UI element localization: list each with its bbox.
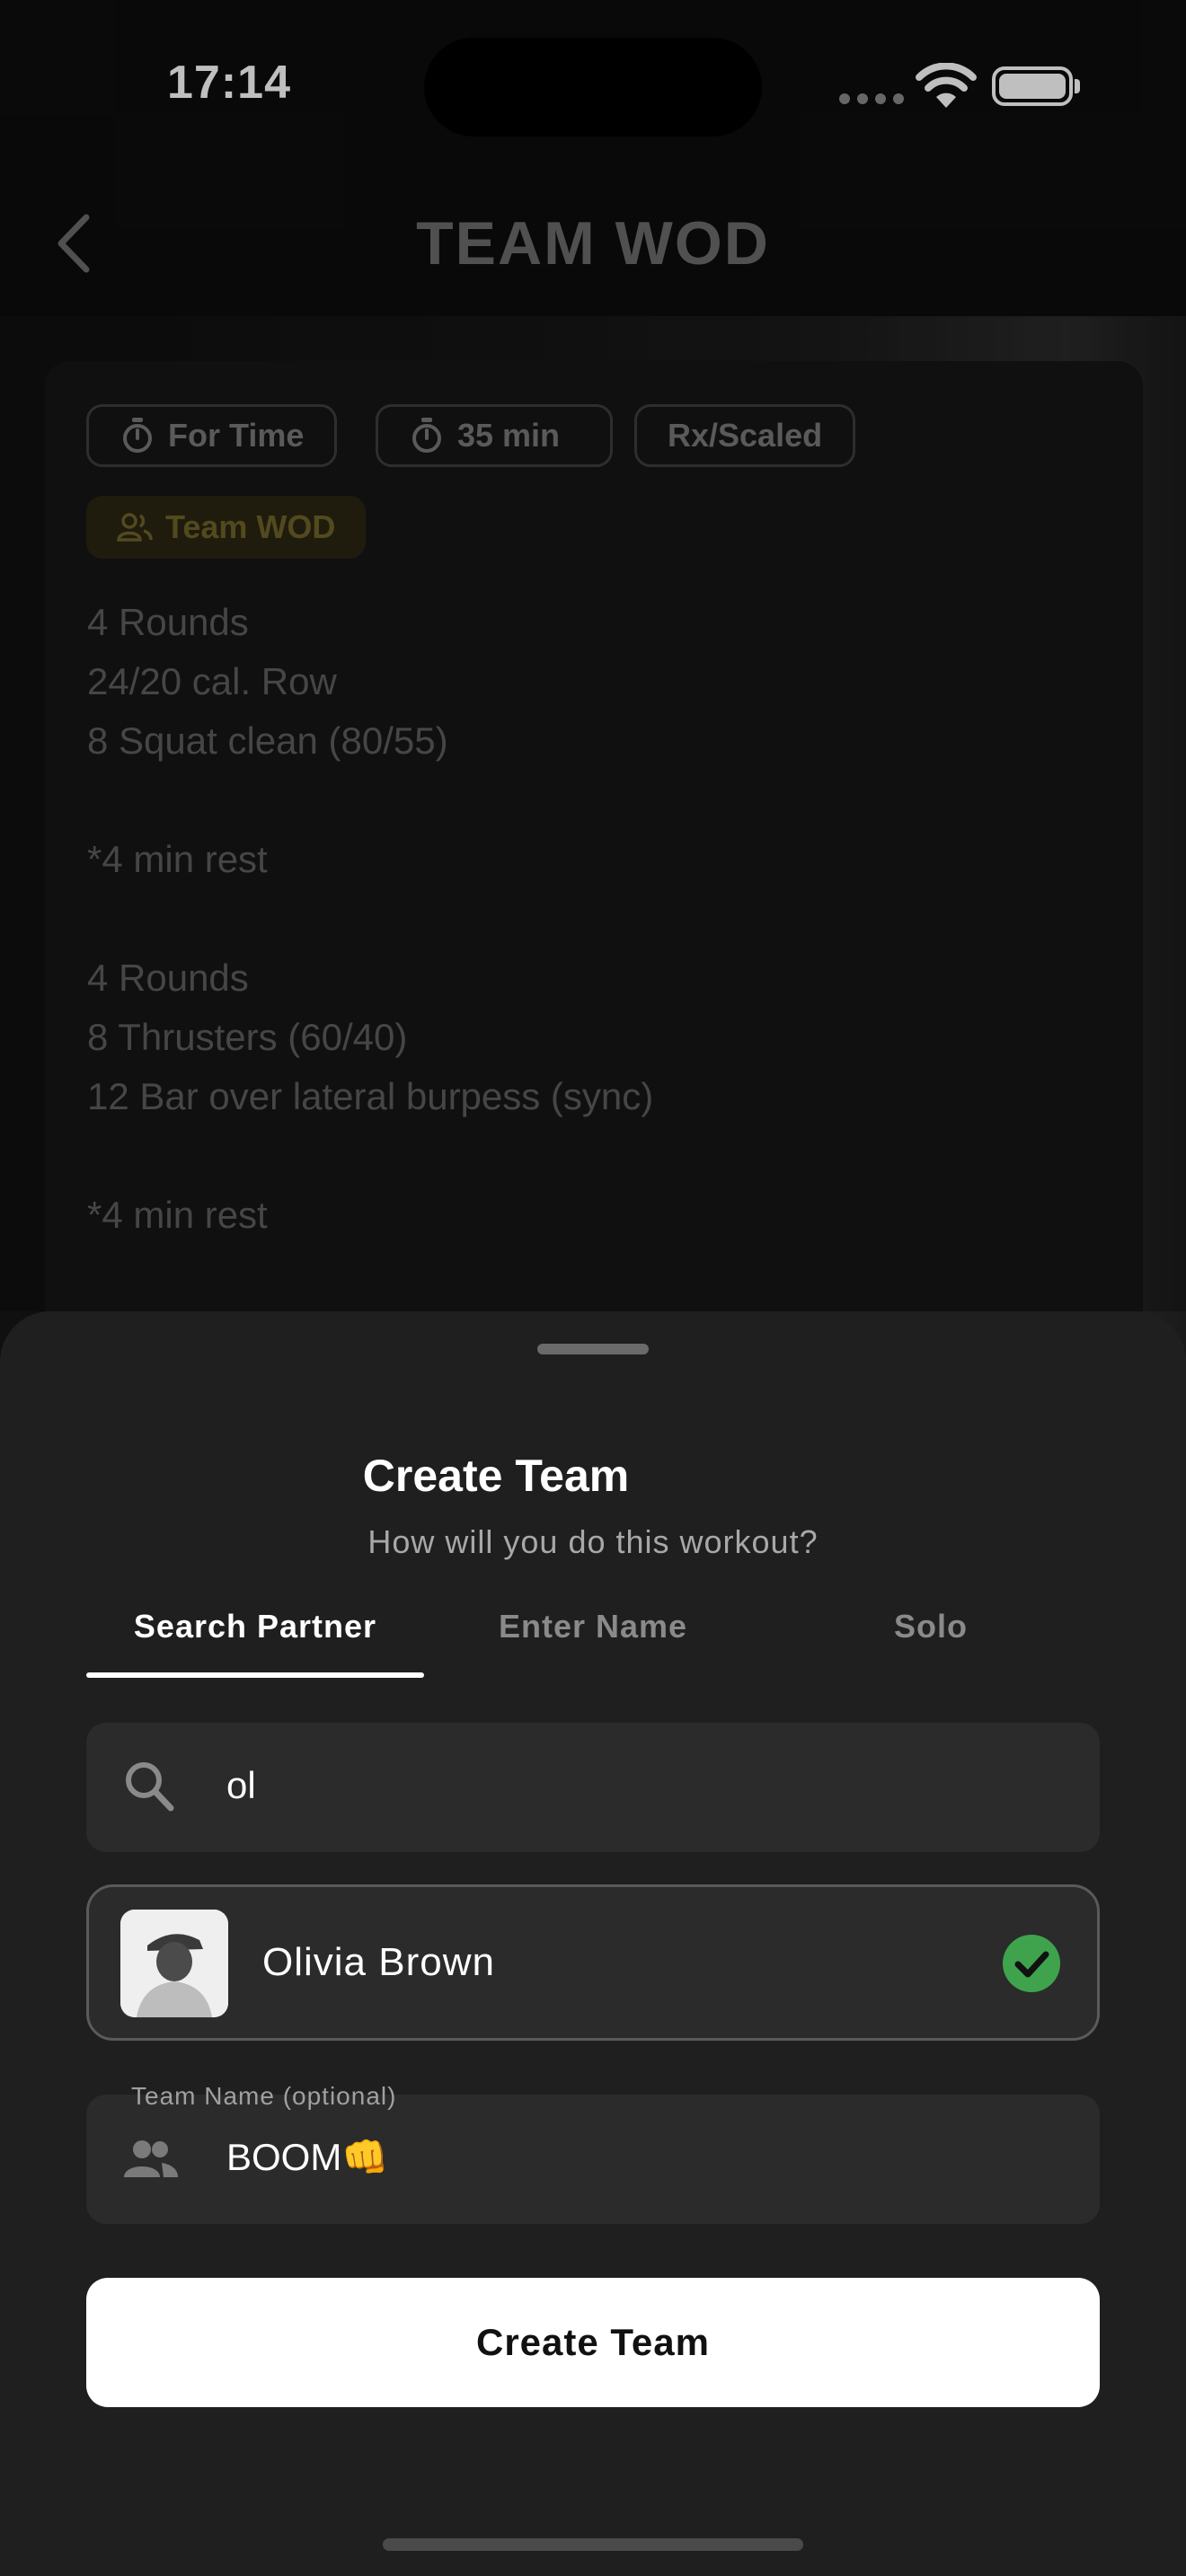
sheet-drag-handle[interactable] xyxy=(537,1344,649,1354)
sheet-title: Create Team xyxy=(362,1451,630,1501)
search-input[interactable]: ol xyxy=(86,1723,1100,1852)
modal-scrim[interactable] xyxy=(0,0,1186,1311)
tab-solo[interactable]: Solo xyxy=(762,1608,1100,1645)
search-icon xyxy=(126,1762,174,1812)
partner-result-item[interactable] xyxy=(86,1884,1100,2041)
group-icon xyxy=(124,2140,178,2177)
home-indicator[interactable] xyxy=(383,2538,803,2551)
avatar xyxy=(120,1910,228,2017)
team-name-field[interactable]: BOOM👊 xyxy=(86,2095,1100,2224)
tab-active-indicator xyxy=(86,1672,424,1678)
search-input-value: ol xyxy=(226,1764,256,1806)
team-name-value: BOOM👊 xyxy=(226,2136,389,2178)
partner-name: Olivia Brown xyxy=(262,1940,495,1984)
sheet-subtitle: How will you do this workout? xyxy=(367,1523,819,1560)
tab-enter-name[interactable]: Enter Name xyxy=(424,1608,762,1645)
team-name-label: Team Name (optional) xyxy=(131,2082,397,2110)
selected-check-icon xyxy=(1003,1935,1060,1992)
tab-search-partner[interactable]: Search Partner xyxy=(86,1608,424,1645)
create-team-button[interactable]: Create Team xyxy=(86,2278,1100,2407)
